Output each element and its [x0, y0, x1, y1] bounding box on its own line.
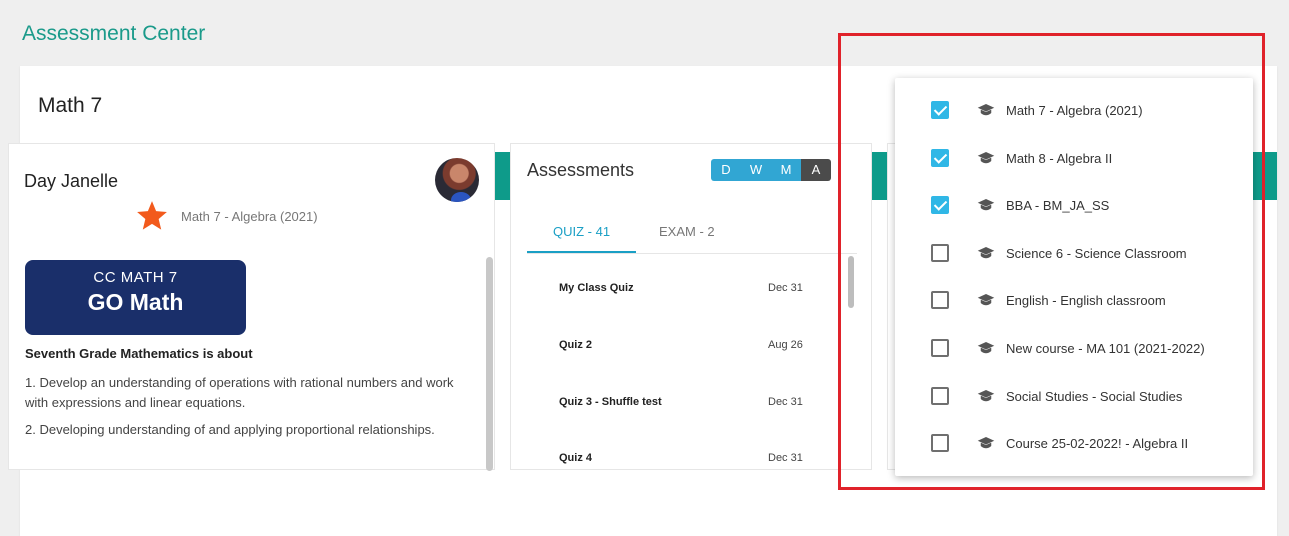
teacher-name: Day Janelle	[24, 171, 119, 191]
tab-exam[interactable]: EXAM - 2	[659, 224, 715, 239]
page-title: Assessment Center	[22, 22, 206, 45]
range-day-button[interactable]: D	[711, 159, 741, 181]
assessments-panel: Assessments D W M A QUIZ - 41 EXAM - 2 M…	[510, 143, 872, 470]
assessment-date: Dec 31	[768, 452, 803, 464]
assessment-date: Dec 31	[768, 282, 803, 294]
scrollbar[interactable]	[486, 257, 493, 471]
highlight-box	[838, 33, 1265, 490]
assessments-title: Assessments	[527, 160, 635, 180]
tab-divider	[527, 253, 857, 254]
course-banner: CC MATH 7 GO Math	[25, 260, 246, 335]
assessment-name[interactable]: My Class Quiz	[559, 282, 634, 294]
assessment-date: Dec 31	[768, 396, 803, 408]
assessment-date: Aug 26	[768, 339, 803, 351]
range-all-button[interactable]: A	[801, 159, 831, 181]
active-tab-underline	[527, 251, 636, 253]
assessment-name[interactable]: Quiz 4	[559, 452, 592, 464]
course-title: Math 7	[38, 94, 103, 117]
description-heading: Seventh Grade Mathematics is about	[25, 346, 253, 361]
star-icon[interactable]	[135, 199, 169, 233]
assessment-name[interactable]: Quiz 2	[559, 339, 592, 351]
tab-quiz[interactable]: QUIZ - 41	[553, 224, 610, 239]
range-toggle: D W M A	[711, 159, 831, 181]
course-subtitle: Math 7 - Algebra (2021)	[181, 209, 318, 224]
range-month-button[interactable]: M	[771, 159, 801, 181]
range-week-button[interactable]: W	[741, 159, 771, 181]
teacher-panel: Day Janelle Math 7 - Algebra (2021) CC M…	[8, 143, 495, 471]
banner-line2: GO Math	[87, 289, 184, 315]
description-item: 2. Developing understanding of and apply…	[25, 422, 435, 437]
description-item: 1. Develop an understanding of operation…	[25, 375, 454, 410]
assessment-name[interactable]: Quiz 3 - Shuffle test	[559, 396, 662, 408]
banner-line1: CC MATH 7	[93, 269, 178, 286]
avatar[interactable]	[435, 158, 479, 202]
